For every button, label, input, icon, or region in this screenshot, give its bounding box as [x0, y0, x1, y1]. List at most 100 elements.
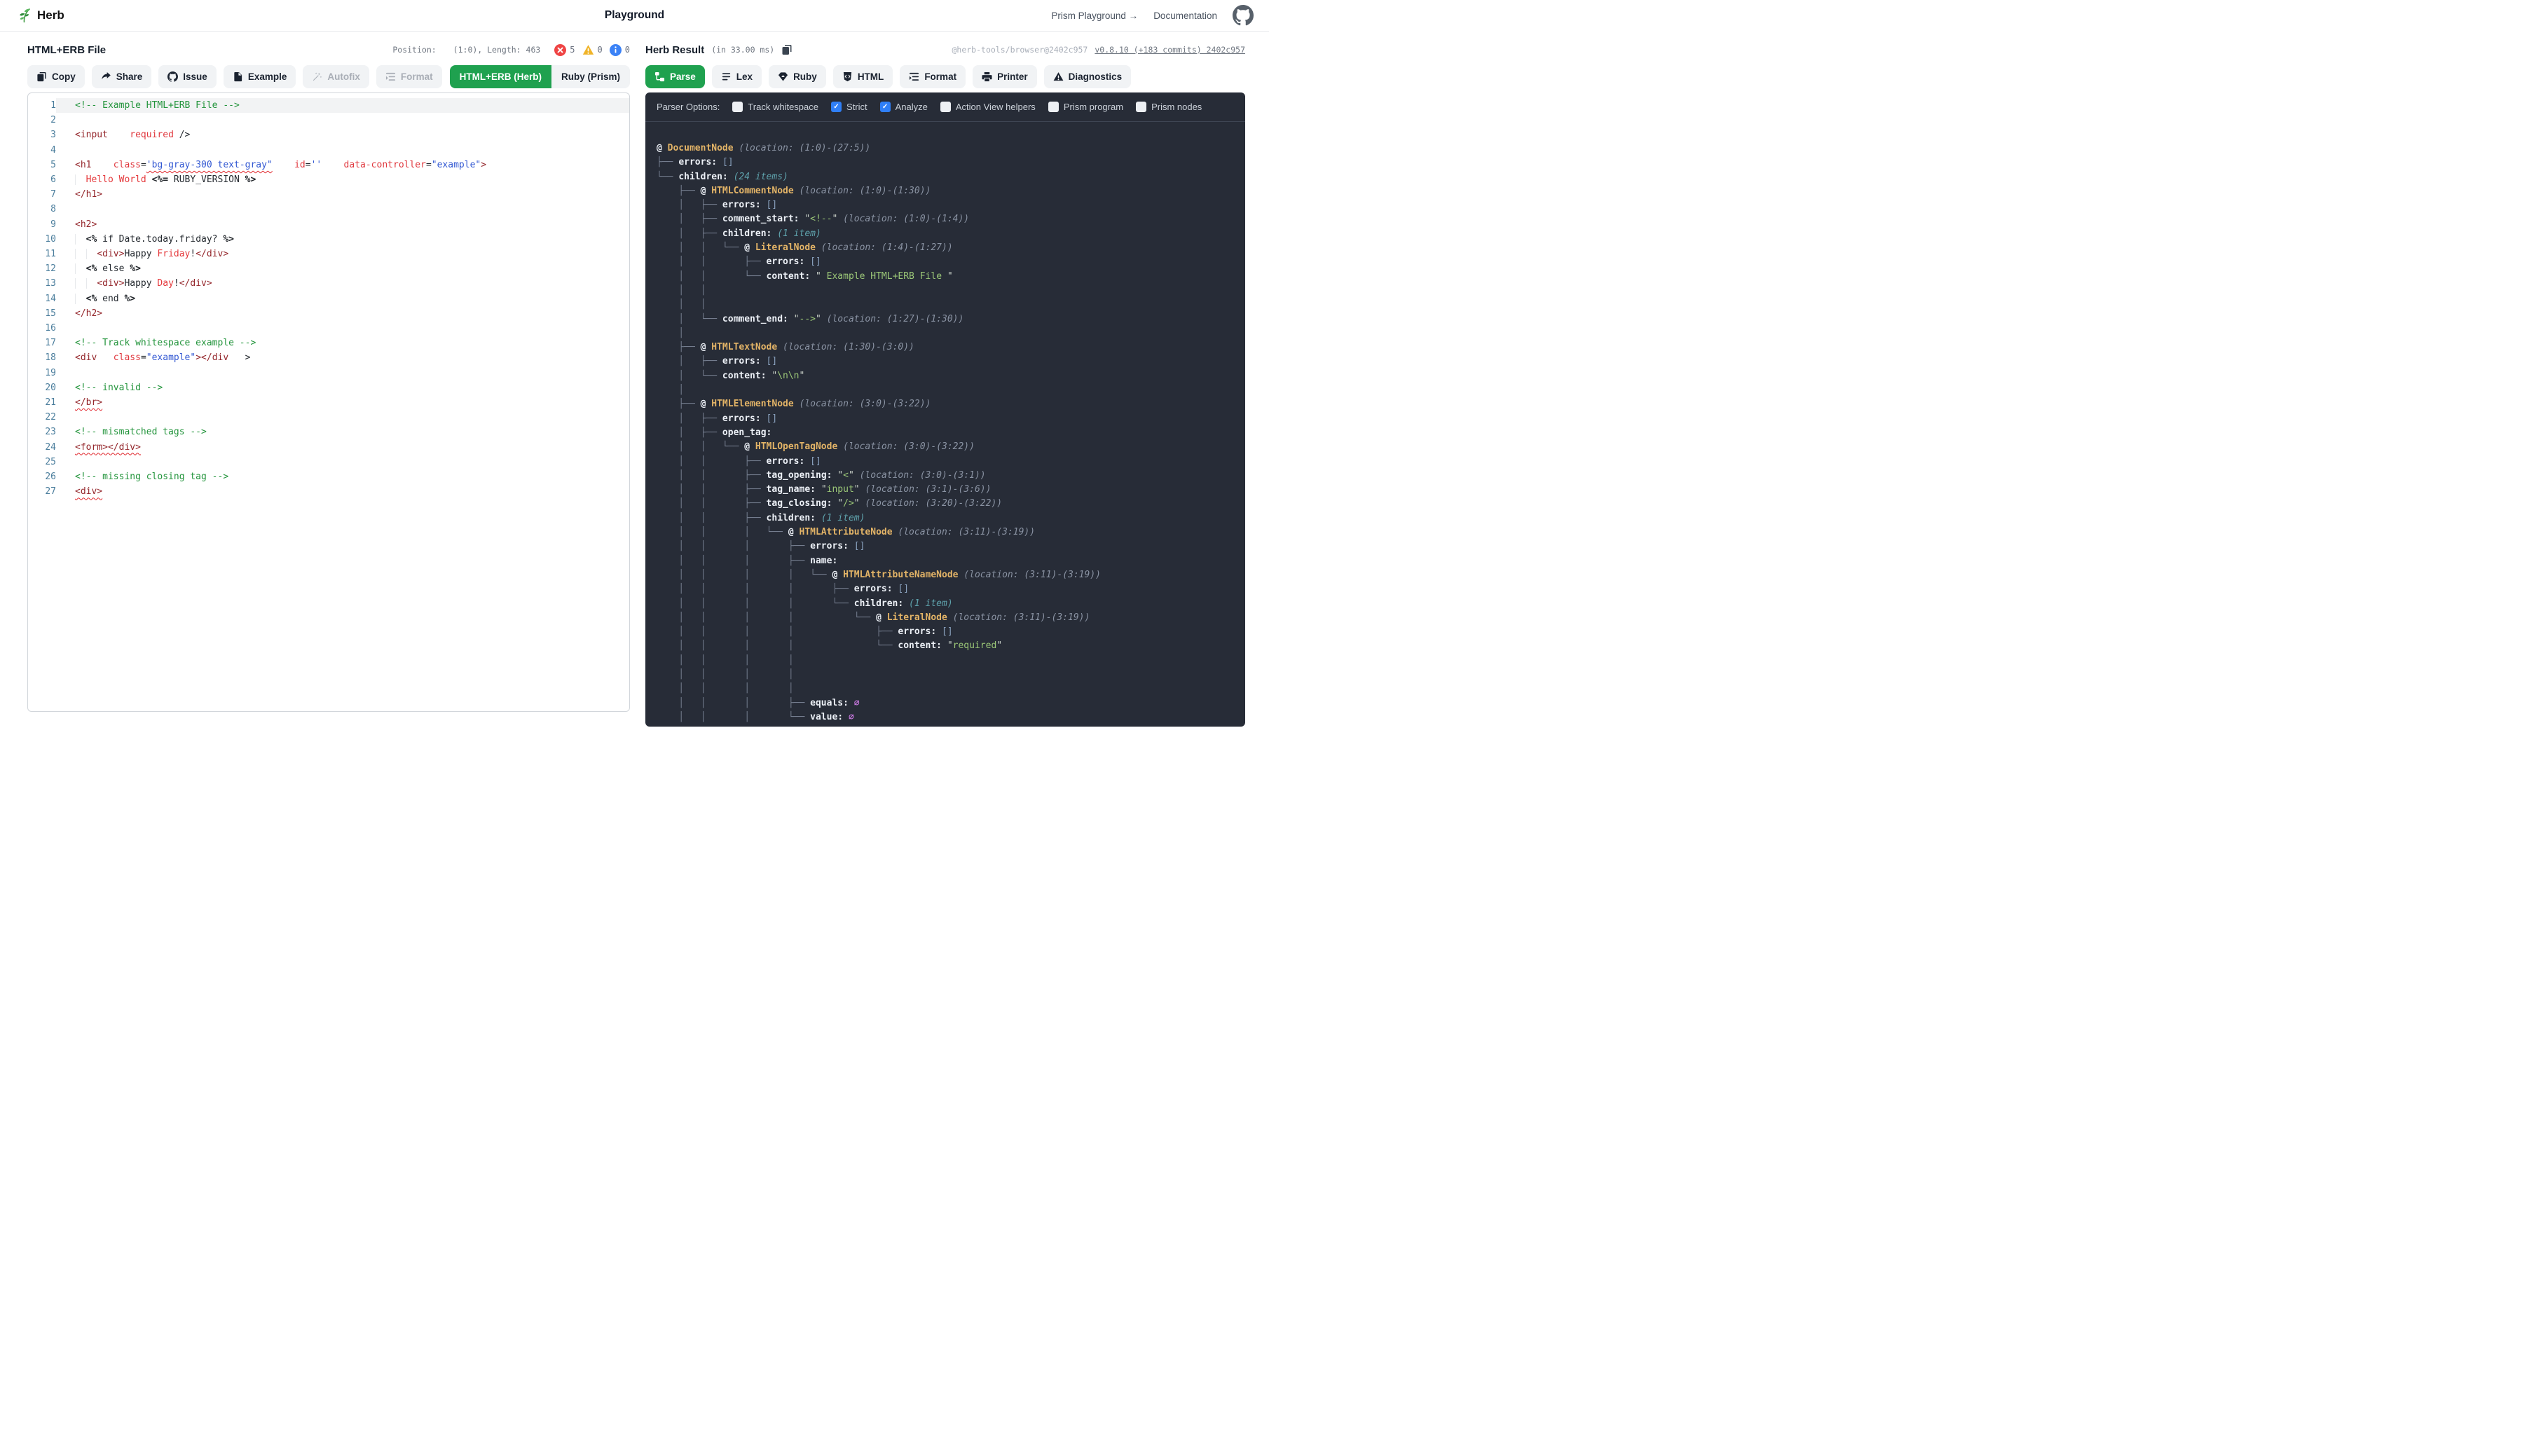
ast-tree: @ DocumentNode (location: (1:0)-(27:5))├… [645, 122, 1245, 727]
line-number: 25 [28, 455, 56, 469]
version-link[interactable]: v0.8.10 (+183 commits) 2402c957 [1095, 45, 1245, 55]
diagnostics-button[interactable]: Diagnostics [1044, 65, 1132, 88]
parser-option-prism-program[interactable]: Prism program [1048, 102, 1123, 112]
code-line[interactable]: 27<div> [28, 484, 629, 499]
format-button[interactable]: Format [376, 65, 442, 88]
code-line[interactable]: 19 [28, 366, 629, 380]
code-line[interactable]: 5<h1 class='bg-gray-300 text-gray" id=''… [28, 158, 629, 172]
tab-html-erb-herb[interactable]: HTML+ERB (Herb) [450, 65, 551, 88]
code-line[interactable]: 6 Hello World <%= RUBY_VERSION %> [28, 172, 629, 187]
copy-button[interactable]: Copy [27, 65, 85, 88]
code-line-content: <input required /> [56, 128, 629, 142]
code-line[interactable]: 10 <% if Date.today.friday? %> [28, 232, 629, 247]
brand[interactable]: Herb [15, 7, 64, 24]
checkbox-icon[interactable] [1136, 102, 1146, 112]
line-number: 22 [28, 410, 56, 425]
code-line[interactable]: 21</br> [28, 395, 629, 410]
ruby-label: Ruby [793, 71, 817, 82]
line-number: 8 [28, 202, 56, 217]
code-editor[interactable]: 1<!-- Example HTML+ERB File -->2 3<input… [27, 92, 630, 712]
ast-line: │ │ │ ├── errors: [] [657, 540, 1233, 554]
ast-line: │ │ │ │ [657, 654, 1233, 668]
code-line[interactable]: 4 [28, 143, 629, 158]
ast-line: │ │ ├── errors: [] [657, 455, 1233, 469]
ruby-button[interactable]: Ruby [769, 65, 826, 88]
html-button[interactable]: HTML [833, 65, 893, 88]
autofix-button[interactable]: Autofix [303, 65, 369, 88]
parser-option-analyze[interactable]: ✓Analyze [880, 102, 928, 112]
code-line[interactable]: 18<div class="example"></div > [28, 350, 629, 365]
code-line-content [56, 455, 629, 469]
share-button[interactable]: Share [92, 65, 152, 88]
format-indent-icon [909, 71, 919, 82]
code-line[interactable]: 25 [28, 455, 629, 469]
parser-option-label: Track whitespace [748, 102, 818, 112]
ast-line: │ └── content: "\n\n" [657, 369, 1233, 383]
info-badge: 0 [610, 44, 630, 56]
code-line[interactable]: 12 <% else %> [28, 261, 629, 276]
copy-result-icon[interactable] [781, 44, 793, 55]
herb-logo-icon [15, 7, 32, 24]
code-line-content: <!-- missing closing tag --> [56, 469, 629, 484]
parser-option-action-view-helpers[interactable]: Action View helpers [940, 102, 1036, 112]
code-line[interactable]: 26<!-- missing closing tag --> [28, 469, 629, 484]
ast-line: │ │ │ │ ├── errors: [] [657, 625, 1233, 639]
code-line[interactable]: 15</h2> [28, 306, 629, 321]
parse-button[interactable]: Parse [645, 65, 705, 88]
code-line[interactable]: 17<!-- Track whitespace example --> [28, 336, 629, 350]
tab-ruby-prism[interactable]: Ruby (Prism) [551, 65, 630, 88]
issue-button[interactable]: Issue [158, 65, 217, 88]
checkbox-icon[interactable] [1048, 102, 1059, 112]
error-icon [554, 44, 566, 56]
parser-option-prism-nodes[interactable]: Prism nodes [1136, 102, 1202, 112]
ast-line: │ │ └── content: " Example HTML+ERB File… [657, 270, 1233, 284]
error-badge: 5 [554, 44, 575, 56]
github-icon[interactable] [1233, 5, 1254, 26]
code-line-content: <div>Happy Friday!</div> [56, 247, 629, 261]
code-line[interactable]: 24<form></div> [28, 440, 629, 455]
code-line[interactable]: 20<!-- invalid --> [28, 380, 629, 395]
checkbox-checked-icon[interactable]: ✓ [880, 102, 891, 112]
code-line[interactable]: 13 <div>Happy Day!</div> [28, 276, 629, 291]
code-line[interactable]: 11 <div>Happy Friday!</div> [28, 247, 629, 261]
ast-line: ├── errors: [] [657, 156, 1233, 170]
example-button[interactable]: Example [224, 65, 296, 88]
code-line-content: <div>Happy Day!</div> [56, 276, 629, 291]
documentation-link[interactable]: Documentation [1153, 11, 1217, 21]
code-line[interactable]: 22 [28, 410, 629, 425]
ast-line: ├── @ HTMLTextNode (location: (1:30)-(3:… [657, 341, 1233, 355]
code-line[interactable]: 16 [28, 321, 629, 336]
checkbox-checked-icon[interactable]: ✓ [831, 102, 842, 112]
parser-option-strict[interactable]: ✓ Strict [831, 102, 867, 112]
code-line-content: <!-- mismatched tags --> [56, 425, 629, 439]
prism-playground-link[interactable]: Prism Playground → [1051, 11, 1138, 21]
line-number: 1 [28, 98, 56, 113]
result-panel-title: Herb Result [645, 44, 704, 56]
code-line[interactable]: 9<h2> [28, 217, 629, 232]
ast-line: │ ├── children: (1 item) [657, 227, 1233, 241]
warning-icon [582, 44, 594, 56]
lex-button[interactable]: Lex [712, 65, 762, 88]
code-line-content: Hello World <%= RUBY_VERSION %> [56, 172, 629, 187]
parser-option-track-whitespace[interactable]: Track whitespace [732, 102, 818, 112]
code-line[interactable]: 1<!-- Example HTML+ERB File --> [28, 98, 629, 113]
html-label: HTML [858, 71, 884, 82]
code-line[interactable]: 7</h1> [28, 187, 629, 202]
code-line-content: </h1> [56, 187, 629, 202]
result-format-button[interactable]: Format [900, 65, 966, 88]
line-number: 7 [28, 187, 56, 202]
ast-line: │ │ └── @ LiteralNode (location: (1:4)-(… [657, 241, 1233, 255]
checkbox-icon[interactable] [732, 102, 743, 112]
line-number: 14 [28, 291, 56, 306]
code-line[interactable]: 3<input required /> [28, 128, 629, 142]
code-line-content: <h1 class='bg-gray-300 text-gray" id='' … [56, 158, 629, 172]
code-line[interactable]: 14 <% end %> [28, 291, 629, 306]
code-line[interactable]: 8 [28, 202, 629, 217]
code-line[interactable]: 2 [28, 113, 629, 128]
printer-button[interactable]: Printer [973, 65, 1037, 88]
position-label: Position: [392, 45, 436, 55]
checkbox-icon[interactable] [940, 102, 951, 112]
code-line[interactable]: 23<!-- mismatched tags --> [28, 425, 629, 439]
parser-option-label: Strict [846, 102, 867, 112]
parser-option-label: Prism nodes [1151, 102, 1202, 112]
